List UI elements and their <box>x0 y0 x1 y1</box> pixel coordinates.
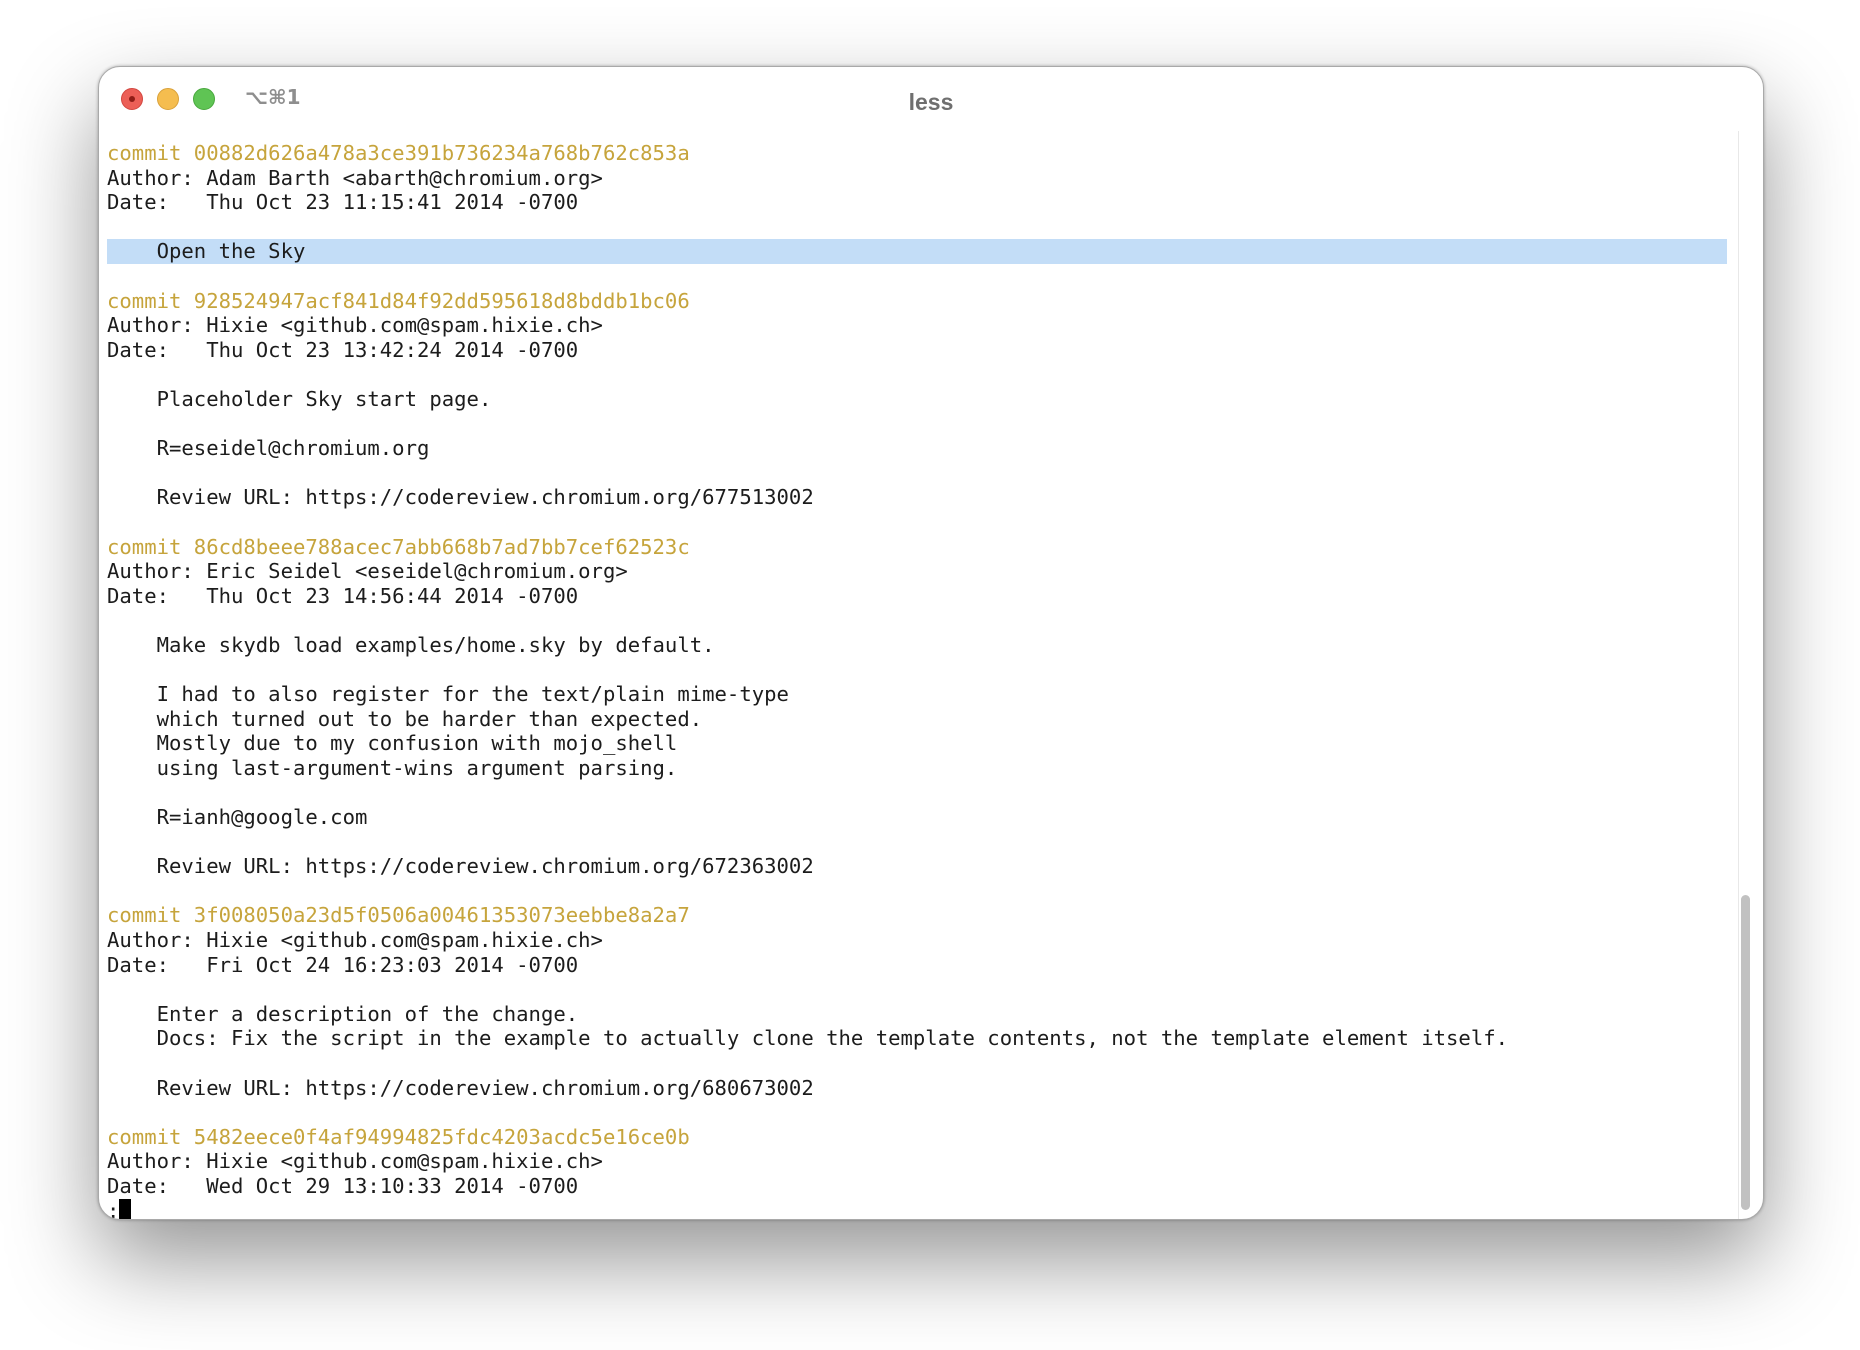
terminal-line: Review URL: https://codereview.chromium.… <box>107 1075 814 1100</box>
terminal-line: using last-argument-wins argument parsin… <box>107 755 678 780</box>
less-prompt-line[interactable]: : <box>107 1198 1727 1220</box>
text-cursor <box>119 1198 132 1219</box>
commit-hash-line: commit 928524947acf841d84f92dd595618d8bd… <box>107 288 690 313</box>
commit-hash-line: commit 00882d626a478a3ce391b736234a768b7… <box>107 141 690 165</box>
terminal-line: Date: Thu Oct 23 11:15:41 2014 -0700 <box>107 190 579 215</box>
terminal-window: ⌥⌘1 less commit 00882d626a478a3ce391b736… <box>98 66 1764 1220</box>
terminal-line: Review URL: https://codereview.chromium.… <box>107 854 814 879</box>
terminal-line: Author: Adam Barth <abarth@chromium.org> <box>107 165 603 190</box>
terminal-line: Author: Eric Seidel <eseidel@chromium.or… <box>107 559 628 584</box>
selected-line: Open the Sky <box>107 239 1727 264</box>
terminal-line: Author: Hixie <github.com@spam.hixie.ch> <box>107 928 603 952</box>
terminal-line: Date: Thu Oct 23 13:42:24 2014 -0700 <box>107 337 579 362</box>
terminal-line: Mostly due to my confusion with mojo_she… <box>107 731 678 756</box>
scrollbar-thumb[interactable] <box>1741 895 1750 1210</box>
terminal-line: Review URL: https://codereview.chromium.… <box>107 485 814 510</box>
terminal-line: Date: Fri Oct 24 16:23:03 2014 -0700 <box>107 952 579 977</box>
commit-hash-line: commit 5482eece0f4af94994825fdc4203acdc5… <box>107 1124 690 1149</box>
terminal-line: Placeholder Sky start page. <box>107 386 492 411</box>
terminal-line: Author: Hixie <github.com@spam.hixie.ch> <box>107 1149 603 1174</box>
terminal-line: Author: Hixie <github.com@spam.hixie.ch> <box>107 313 603 338</box>
terminal-line: Make skydb load examples/home.sky by def… <box>107 632 715 657</box>
less-prompt: : <box>107 1198 120 1220</box>
commit-hash-line: commit 3f008050a23d5f0506a00461353073eeb… <box>107 903 690 928</box>
terminal-line: which turned out to be harder than expec… <box>107 706 703 731</box>
terminal-line: R=eseidel@chromium.org <box>107 436 430 461</box>
window-title: less <box>908 89 954 115</box>
title-bar[interactable]: ⌥⌘1 less <box>99 67 1763 131</box>
commit-hash-line: commit 86cd8beee788acec7abb668b7ad7bb7ce… <box>107 534 690 559</box>
terminal-line: R=ianh@google.com <box>107 805 368 830</box>
terminal-line: Date: Thu Oct 23 14:56:44 2014 -0700 <box>107 583 579 608</box>
terminal-line: Docs: Fix the script in the example to a… <box>107 1026 1509 1051</box>
terminal-line: Date: Wed Oct 29 13:10:33 2014 -0700 <box>107 1173 579 1198</box>
terminal-line: I had to also register for the text/plai… <box>107 682 789 707</box>
terminal-output[interactable]: commit 00882d626a478a3ce391b736234a768b7… <box>107 141 1727 1220</box>
terminal-line: Enter a description of the change. <box>107 1001 579 1026</box>
